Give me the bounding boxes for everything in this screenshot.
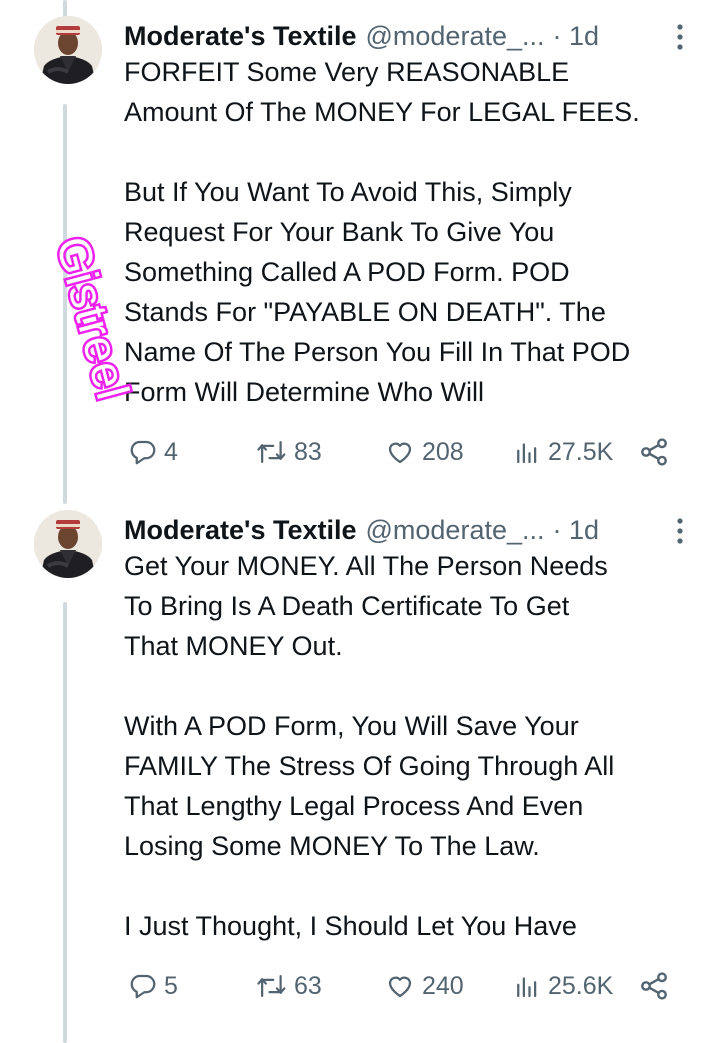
- repost-count: 63: [294, 971, 322, 1000]
- timestamp[interactable]: · 1d: [553, 21, 600, 52]
- tweet-actions: 5 63 240 25.6K: [124, 966, 684, 1006]
- share-icon: [641, 972, 667, 1000]
- repost-icon: [257, 441, 286, 463]
- author-handle[interactable]: @moderate_...: [366, 21, 545, 52]
- watermark-text: Gistreel: [46, 232, 139, 405]
- more-icon[interactable]: [668, 516, 692, 546]
- tweet-text: Get Your MONEY. All The Person Needs To …: [124, 551, 615, 941]
- views-icon: [517, 443, 537, 464]
- like-button[interactable]: 240: [384, 966, 464, 1006]
- watermark: Gistreel: [44, 232, 142, 408]
- reply-button[interactable]: 5: [128, 966, 178, 1006]
- view-count: 25.6K: [548, 971, 614, 1000]
- tweet-actions: 4 83 208 27.5K: [124, 432, 684, 472]
- reply-count: 5: [164, 971, 178, 1000]
- tweet-text: FORFEIT Some Very REASONABLE Amount Of T…: [124, 57, 640, 407]
- like-icon: [388, 442, 412, 464]
- more-icon[interactable]: [668, 22, 692, 52]
- reply-icon: [130, 974, 156, 999]
- share-icon: [641, 438, 667, 466]
- view-count: 27.5K: [548, 437, 614, 466]
- author-handle[interactable]: @moderate_...: [366, 515, 545, 546]
- like-count: 208: [422, 437, 464, 466]
- tweet-header: Moderate's Textile @moderate_... · 1d: [124, 16, 694, 56]
- author-name[interactable]: Moderate's Textile: [124, 21, 357, 52]
- tweet-header: Moderate's Textile @moderate_... · 1d: [124, 510, 694, 550]
- share-button[interactable]: [638, 432, 670, 472]
- like-button[interactable]: 208: [384, 432, 464, 472]
- author-name[interactable]: Moderate's Textile: [124, 515, 357, 546]
- timestamp[interactable]: · 1d: [553, 515, 600, 546]
- avatar[interactable]: [34, 16, 102, 84]
- repost-button[interactable]: 83: [256, 432, 322, 472]
- views-button[interactable]: 27.5K: [512, 432, 613, 472]
- like-icon: [388, 976, 412, 998]
- repost-button[interactable]: 63: [256, 966, 322, 1006]
- repost-count: 83: [294, 437, 322, 466]
- repost-icon: [257, 975, 286, 997]
- tweet[interactable]: Moderate's Textile @moderate_... · 1d Ge…: [0, 510, 720, 1010]
- views-icon: [517, 977, 537, 998]
- like-count: 240: [422, 971, 464, 1000]
- share-button[interactable]: [638, 966, 670, 1006]
- views-button[interactable]: 25.6K: [512, 966, 613, 1006]
- avatar[interactable]: [34, 510, 102, 578]
